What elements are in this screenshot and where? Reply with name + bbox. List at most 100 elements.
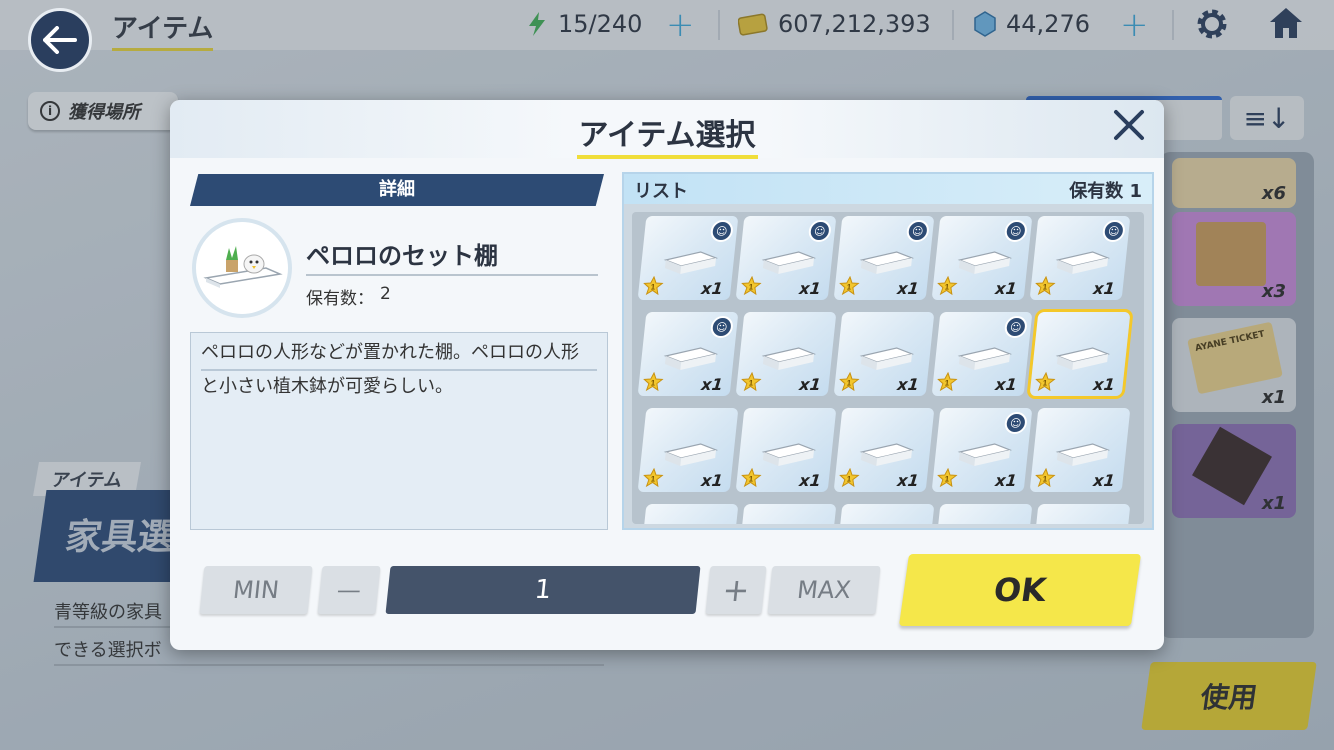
description-line: と小さい植木鉢が可愛らしい。 — [201, 376, 453, 397]
face-badge-icon: ☺ — [1003, 316, 1028, 338]
item-quantity: x1 — [994, 375, 1018, 394]
item-cell-white-coffee-table[interactable]: ☺ 1 x1 — [931, 216, 1033, 300]
item-cell-partial[interactable] — [931, 504, 1033, 524]
item-quantity: x1 — [700, 375, 724, 394]
owned-label: 保有数： — [306, 289, 374, 309]
star-icon: 1 — [741, 372, 762, 392]
plus-icon: + — [720, 571, 752, 609]
item-quantity: x1 — [1092, 375, 1116, 394]
item-cell-partial[interactable] — [1029, 504, 1131, 524]
face-badge-icon: ☺ — [905, 220, 930, 242]
arrow-left-icon — [43, 26, 77, 54]
star-icon: 1 — [643, 468, 664, 488]
item-cell-white-locker[interactable]: 1 x1 — [833, 312, 935, 396]
item-quantity: x1 — [700, 279, 724, 298]
window-icon — [859, 443, 915, 466]
item-thumbnail — [192, 218, 292, 318]
item-quantity: x1 — [896, 279, 920, 298]
star-icon: 1 — [1035, 372, 1056, 392]
star-icon: 1 — [937, 372, 958, 392]
ok-label: OK — [991, 571, 1049, 609]
face-badge-icon: ☺ — [1101, 220, 1126, 242]
list-header: リスト 保有数 1 — [624, 174, 1152, 204]
peroro-shelf-icon — [1055, 347, 1111, 370]
face-badge-icon: ☺ — [807, 220, 832, 242]
item-quantity: x1 — [896, 375, 920, 394]
item-cell-white-table[interactable]: ☺ 1 x1 — [637, 216, 739, 300]
item-cell-potted-tree[interactable]: 1 x1 — [735, 408, 837, 492]
item-cell-blue-chair[interactable]: ☺ 1 x1 — [735, 216, 837, 300]
divider — [306, 274, 598, 276]
item-cell-peroro-shelf[interactable]: 1 x1 — [1029, 312, 1131, 396]
item-cell-partial[interactable] — [833, 504, 935, 524]
item-cell-partial[interactable] — [735, 504, 837, 524]
owned-value: 2 — [380, 284, 391, 304]
owned-count: 保有数： 2 — [306, 284, 391, 309]
min-button[interactable]: MIN — [199, 566, 313, 614]
star-icon: 1 — [643, 276, 664, 296]
dialog-title: アイテム選択 — [170, 110, 1164, 154]
star-icon: 1 — [741, 276, 762, 296]
arcade-machine-icon — [1055, 443, 1111, 466]
item-cell-window[interactable]: 1 x1 — [833, 408, 935, 492]
item-quantity: x1 — [994, 471, 1018, 490]
min-label: MIN — [231, 576, 281, 604]
face-badge-icon: ☺ — [1003, 412, 1028, 434]
item-cell-partial[interactable] — [637, 504, 739, 524]
ok-button[interactable]: OK — [898, 554, 1142, 626]
item-quantity: x1 — [798, 375, 822, 394]
white-shelf-icon — [761, 347, 817, 370]
list-count-label: 保有数 — [1069, 181, 1124, 202]
item-cell-plant-shelf[interactable]: ☺ 1 x1 — [833, 216, 935, 300]
item-cell-window-partition[interactable]: ☺ 1 x1 — [931, 312, 1033, 396]
star-icon: 1 — [839, 468, 860, 488]
item-name: ペロロのセット棚 — [306, 242, 498, 270]
star-icon: 1 — [839, 372, 860, 392]
potted-tree-icon — [761, 443, 817, 466]
pink-stool-icon — [663, 443, 719, 466]
item-quantity: x1 — [896, 471, 920, 490]
star-icon: 1 — [643, 372, 664, 392]
item-grid[interactable]: ☺ 1 x1 ☺ 1 x1 ☺ 1 x1 ☺ 1 x1 ☺ 1 x1 ☺ 1 x1 1 x1 1 x1 ☺ 1 x1 1 x1 1 x1… — [632, 212, 1144, 524]
description-line: ペロロの人形などが置かれた棚。ペロロの人形 — [201, 337, 597, 371]
item-cell-white-shelf[interactable]: 1 x1 — [735, 312, 837, 396]
item-cell-arcade-machine[interactable]: 1 x1 — [1029, 408, 1131, 492]
face-badge-icon: ☺ — [1003, 220, 1028, 242]
item-quantity: x1 — [994, 279, 1018, 298]
star-icon: 1 — [839, 276, 860, 296]
max-label: MAX — [795, 576, 853, 604]
close-button[interactable] — [1112, 108, 1146, 149]
detail-header: 詳細 — [190, 174, 604, 206]
item-quantity: x1 — [1092, 471, 1116, 490]
star-icon: 1 — [741, 468, 762, 488]
quantity-value: 1 — [533, 575, 553, 605]
back-button[interactable] — [28, 8, 92, 72]
max-button[interactable]: MAX — [767, 566, 881, 614]
item-list-panel: リスト 保有数 1 ☺ 1 x1 ☺ 1 x1 ☺ 1 x1 ☺ 1 x1 ☺ 1 x1 ☺ 1 x1 1 x1 1 x1… — [622, 172, 1154, 530]
item-quantity: x1 — [700, 471, 724, 490]
plus-button[interactable]: + — [705, 566, 767, 614]
item-cell-pink-stool[interactable]: 1 x1 — [637, 408, 739, 492]
minus-icon: — — [335, 576, 363, 604]
description-box: ペロロの人形などが置かれた棚。ペロロの人形 と小さい植木鉢が可愛らしい。 — [190, 332, 608, 530]
item-cell-blue-sofa[interactable]: ☺ 1 x1 — [1029, 216, 1131, 300]
list-label: リスト — [634, 181, 688, 202]
star-icon: 1 — [937, 468, 958, 488]
item-cell-planter-stand[interactable]: ☺ 1 x1 — [637, 312, 739, 396]
star-icon: 1 — [937, 276, 958, 296]
item-quantity: x1 — [1092, 279, 1116, 298]
dialog-title-text: アイテム選択 — [578, 118, 756, 153]
quantity-field[interactable]: 1 — [385, 566, 701, 614]
item-cell-white-sofa[interactable]: ☺ 1 x1 — [931, 408, 1033, 492]
close-icon — [1114, 110, 1144, 140]
face-badge-icon: ☺ — [709, 220, 734, 242]
star-icon: 1 — [1035, 276, 1056, 296]
white-locker-icon — [859, 347, 915, 370]
star-icon: 1 — [1035, 468, 1056, 488]
list-owned-count: 保有数 1 — [1069, 177, 1142, 203]
list-count-value: 1 — [1129, 181, 1142, 202]
minus-button[interactable]: — — [317, 566, 381, 614]
peroro-shelf-icon — [203, 246, 283, 288]
item-quantity: x1 — [798, 471, 822, 490]
item-select-dialog: アイテム選択 詳細 ペロロのセット棚 保有数： 2 ペロロの人形などが置かれた棚… — [170, 100, 1164, 650]
